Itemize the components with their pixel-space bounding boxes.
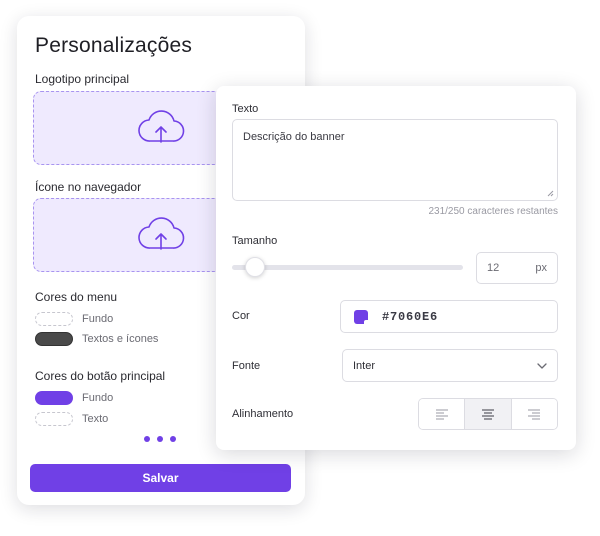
color-picker-input[interactable]: #7060E6 bbox=[340, 300, 558, 333]
char-counter: 231/250 caracteres restantes bbox=[428, 206, 558, 217]
font-select[interactable]: Inter bbox=[342, 349, 558, 382]
size-slider-track[interactable] bbox=[232, 265, 463, 270]
banner-text-value: Descrição do banner bbox=[243, 131, 345, 143]
color-swatch[interactable] bbox=[35, 332, 73, 346]
size-label: Tamanho bbox=[232, 235, 278, 247]
align-center-button[interactable] bbox=[465, 399, 512, 429]
size-value: 12 bbox=[487, 262, 500, 274]
text-settings-panel: Texto Descrição do banner 231/250 caract… bbox=[216, 86, 576, 450]
color-chip[interactable] bbox=[354, 309, 370, 326]
align-right-icon bbox=[528, 409, 541, 419]
align-left-button[interactable] bbox=[419, 399, 466, 429]
color-row-label: Fundo bbox=[82, 313, 114, 325]
color-swatch[interactable] bbox=[35, 312, 73, 326]
cloud-upload-icon bbox=[138, 217, 185, 250]
button-text-color-row[interactable]: Texto bbox=[35, 411, 108, 427]
align-right-button[interactable] bbox=[511, 399, 557, 429]
alignment-toggle-group bbox=[418, 398, 558, 430]
text-label: Texto bbox=[232, 103, 259, 115]
favicon-label: Ícone no navegador bbox=[35, 180, 142, 194]
cloud-upload-icon bbox=[138, 110, 185, 143]
save-button[interactable]: Salvar bbox=[30, 464, 291, 492]
color-swatch[interactable] bbox=[35, 412, 73, 426]
size-slider-thumb[interactable] bbox=[245, 257, 265, 277]
color-swatch[interactable] bbox=[35, 391, 73, 405]
align-label: Alinhamento bbox=[232, 408, 294, 420]
chevron-down-icon bbox=[537, 362, 547, 369]
font-label: Fonte bbox=[232, 360, 261, 372]
font-value: Inter bbox=[353, 359, 376, 372]
menu-bg-color-row[interactable]: Fundo bbox=[35, 311, 113, 327]
logo-label: Logotipo principal bbox=[35, 72, 130, 86]
align-left-icon bbox=[435, 409, 448, 419]
color-row-label: Textos e ícones bbox=[82, 333, 159, 345]
size-unit: px bbox=[535, 262, 547, 274]
menu-colors-label: Cores do menu bbox=[35, 290, 118, 304]
menu-text-color-row[interactable]: Textos e ícones bbox=[35, 331, 158, 347]
color-label: Cor bbox=[232, 310, 250, 322]
banner-text-area[interactable]: Descrição do banner bbox=[232, 119, 558, 201]
page-title: Personalizações bbox=[35, 34, 193, 57]
button-bg-color-row[interactable]: Fundo bbox=[35, 390, 113, 406]
color-row-label: Fundo bbox=[82, 392, 114, 404]
more-dots-icon[interactable] bbox=[144, 436, 176, 442]
button-colors-label: Cores do botão principal bbox=[35, 369, 166, 383]
resize-handle-icon[interactable] bbox=[546, 189, 554, 197]
color-row-label: Texto bbox=[82, 413, 109, 425]
color-hex-value: #7060E6 bbox=[382, 309, 439, 324]
align-center-icon bbox=[481, 408, 494, 420]
size-input[interactable]: 12 px bbox=[476, 252, 558, 284]
